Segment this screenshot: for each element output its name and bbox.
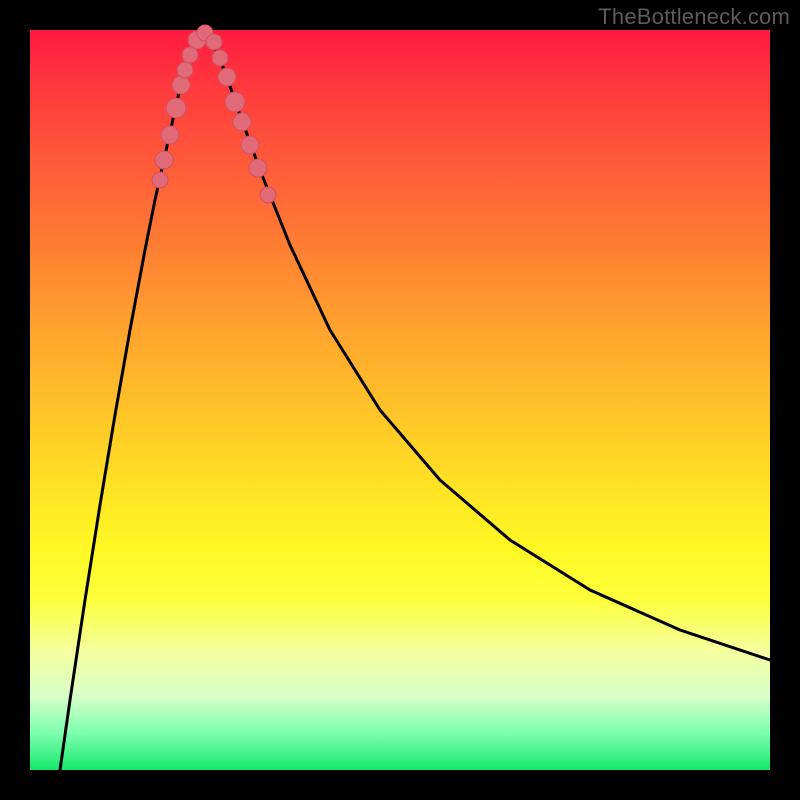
chart-svg (30, 30, 770, 770)
data-marker (166, 98, 186, 118)
plot-area (30, 30, 770, 770)
data-marker (177, 62, 193, 78)
chart-frame: TheBottleneck.com (0, 0, 800, 800)
data-marker (155, 151, 173, 169)
data-marker (206, 34, 222, 50)
watermark-text: TheBottleneck.com (598, 4, 790, 30)
data-marker (161, 126, 179, 144)
data-marker (260, 187, 276, 203)
data-marker (182, 47, 198, 63)
data-marker (225, 92, 245, 112)
data-marker (172, 76, 190, 94)
data-marker (212, 50, 228, 66)
data-markers (152, 25, 276, 203)
data-marker (241, 136, 259, 154)
data-marker (152, 172, 168, 188)
data-marker (249, 159, 267, 177)
data-marker (233, 113, 251, 131)
data-marker (218, 68, 236, 86)
